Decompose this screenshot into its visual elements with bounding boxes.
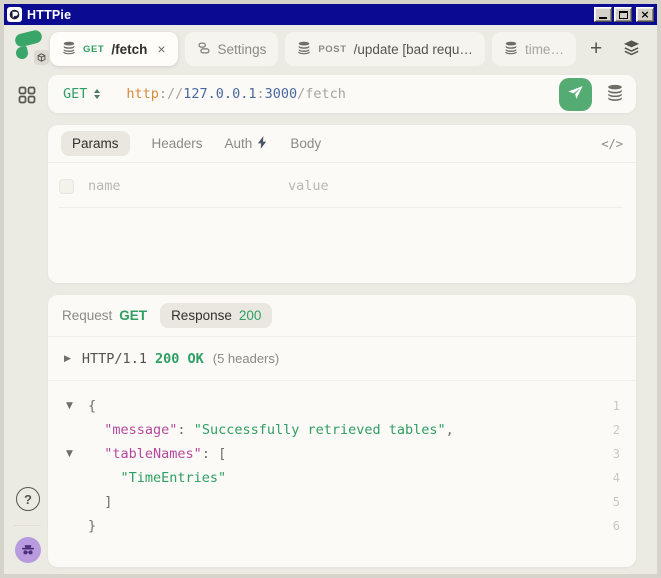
tab-strip: GET /fetch × Settings POST /update [bad … [50,31,647,67]
param-name-input[interactable] [88,178,274,194]
param-row [48,163,636,194]
code-line: } 6 [48,514,636,538]
tab-method-label: POST [318,44,346,55]
tab-title: Settings [218,42,267,57]
param-value-input[interactable] [288,178,623,194]
close-icon: × [640,9,649,20]
line-number: 3 [613,447,620,461]
request-panel: Params Headers Auth Body </> [48,125,636,283]
help-icon[interactable]: ? [16,487,40,511]
maximize-button[interactable] [614,7,632,22]
collapse-headers-icon[interactable]: ▶ [64,354,71,364]
database-icon [62,41,76,58]
new-tab-button[interactable]: + [583,37,609,61]
httpie-logo-icon [14,29,43,48]
user-avatar[interactable] [15,537,41,563]
tab-post-update[interactable]: POST /update [bad requ… [285,32,485,66]
param-row-divider [59,207,623,208]
settings-icon [197,41,211,58]
response-panel-tabs: Request GET Response 200 [48,295,636,337]
tab-settings[interactable]: Settings [185,32,279,66]
app-content: ? GET /fetch × Settings POST /update [ba… [4,25,657,574]
tab-auth[interactable]: Auth [225,136,269,152]
tab-params[interactable]: Params [61,131,130,156]
tab-time[interactable]: time… [492,32,576,66]
url-input[interactable]: http://127.0.0.1:3000/fetch [126,86,346,102]
window-title: HTTPie [27,8,71,22]
method-dropdown-icon [94,89,100,99]
tab-title: /update [bad requ… [354,42,473,57]
response-body: ▼ { 1 "message": "Successfully retrieved… [48,381,636,538]
paper-plane-icon [567,84,584,104]
window-controls: × [594,7,654,22]
line-number: 2 [613,423,620,437]
send-button[interactable] [559,78,592,111]
minimize-button[interactable] [594,7,612,22]
lightning-icon [257,136,268,152]
httpie-logo [13,29,46,62]
line-number: 1 [613,399,620,413]
collapse-node-icon[interactable]: ▼ [66,449,88,459]
collapse-node-icon[interactable]: ▼ [66,401,88,411]
titlebar[interactable]: HTTPie × [4,4,657,25]
code-line: ] 5 [48,490,636,514]
code-line: "message": "Successfully retrieved table… [48,418,636,442]
param-enable-checkbox[interactable] [59,179,74,194]
apps-grid-icon[interactable] [17,85,37,110]
tab-stack-icon[interactable] [616,36,647,62]
code-line: ▼ "tableNames": [ 3 [48,442,636,466]
request-bar: GET http://127.0.0.1:3000/fetch [48,75,636,113]
sidebar-divider [14,525,41,526]
tab-close-icon[interactable]: × [157,41,165,57]
database-icon [297,41,311,58]
line-number: 4 [613,471,620,485]
code-view-icon[interactable]: </> [601,137,623,151]
response-status-line: ▶ HTTP/1.1 200 OK (5 headers) [48,337,636,381]
status-badge: 200 [239,308,262,323]
workspace-badge-icon[interactable] [34,50,49,65]
code-line: ▼ { 1 [48,394,636,418]
tab-method-label: GET [83,44,104,55]
tab-get-fetch[interactable]: GET /fetch × [50,32,178,66]
request-options-icon[interactable] [604,82,626,107]
request-panel-tabs: Params Headers Auth Body </> [48,125,636,163]
line-number: 5 [613,495,620,509]
tab-response[interactable]: Response 200 [160,303,272,328]
database-icon [504,41,518,58]
tab-request[interactable]: Request GET [62,308,147,323]
tab-headers[interactable]: Headers [152,136,203,151]
tab-title: /fetch [111,42,147,57]
method-selector[interactable]: GET [63,86,100,102]
method-label: GET [63,86,87,102]
status-code-label: 200 OK [155,351,204,367]
code-line: "TimeEntries" 4 [48,466,636,490]
minimize-icon [599,17,607,19]
maximize-icon [619,11,628,19]
response-panel: Request GET Response 200 ▶ HTTP/1.1 200 … [48,295,636,567]
tab-title: time… [525,42,564,57]
httpie-window: HTTPie × ? GET /fetch [0,0,661,578]
line-number: 6 [613,519,620,533]
close-button[interactable]: × [636,7,654,22]
protocol-label: HTTP/1.1 [82,351,147,367]
headers-count-label: (5 headers) [213,351,279,366]
tab-body[interactable]: Body [290,136,321,151]
httpie-window-icon [7,7,22,22]
